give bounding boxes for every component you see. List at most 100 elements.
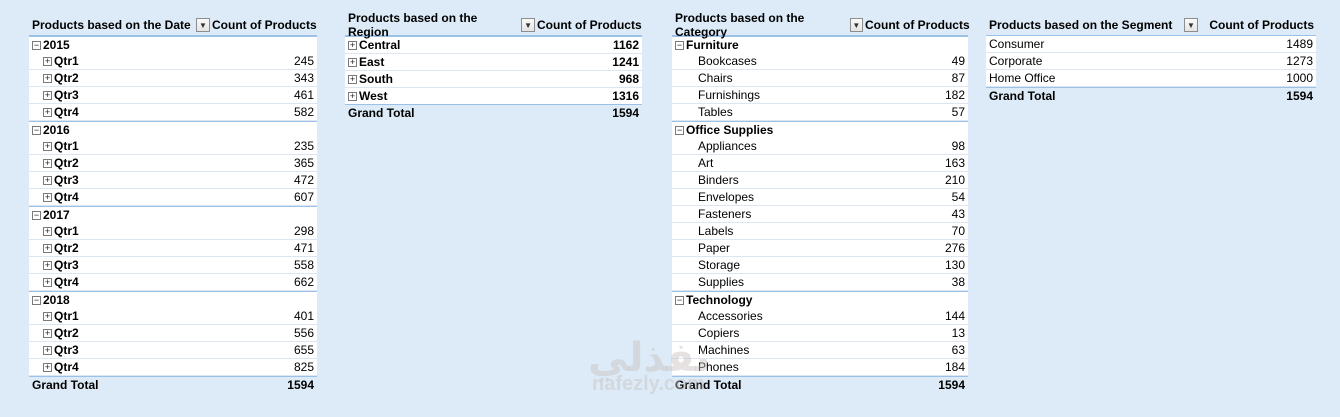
year-row[interactable]: −2016	[29, 121, 317, 138]
quarter-row[interactable]: + Qtr3 655	[29, 342, 317, 359]
quarter-row[interactable]: + Qtr1 401	[29, 308, 317, 325]
subcategory-row-label-cell: Machines	[672, 343, 865, 357]
expand-icon[interactable]: +	[43, 56, 52, 66]
expand-icon[interactable]: +	[43, 345, 52, 355]
quarter-row-label-cell: + Qtr4	[29, 275, 212, 289]
date-filter-dropdown-icon[interactable]: ▼	[196, 18, 210, 32]
expand-icon[interactable]: +	[43, 192, 52, 202]
expand-icon[interactable]: +	[43, 260, 52, 270]
subcategory-row-value: 38	[951, 275, 965, 289]
category-filter-dropdown-icon[interactable]: ▼	[849, 18, 863, 32]
date-pivot-header: Products based on the Date ▼ Count of Pr…	[29, 15, 317, 36]
quarter-row[interactable]: + Qtr4 582	[29, 104, 317, 121]
expand-icon[interactable]: +	[43, 226, 52, 236]
expand-icon[interactable]: +	[348, 74, 357, 84]
expand-icon[interactable]: +	[43, 311, 52, 321]
quarter-row[interactable]: + Qtr4 607	[29, 189, 317, 206]
quarter-row-label: Qtr2	[54, 71, 79, 85]
quarter-row-value: 245	[293, 54, 314, 68]
region-value-header: Count of Products	[537, 18, 642, 32]
region-row[interactable]: + Central 1162	[345, 36, 642, 53]
subcategory-row-value: 210	[944, 173, 965, 187]
subcategory-row-label: Phones	[698, 360, 739, 374]
quarter-row-value: 662	[293, 275, 314, 289]
expand-icon[interactable]: +	[43, 90, 52, 100]
quarter-row[interactable]: + Qtr4 662	[29, 274, 317, 291]
expand-icon[interactable]: +	[43, 158, 52, 168]
quarter-row-label: Qtr4	[54, 360, 79, 374]
expand-icon[interactable]: +	[43, 141, 52, 151]
quarter-row[interactable]: + Qtr1 235	[29, 138, 317, 155]
expand-icon[interactable]: +	[43, 277, 52, 287]
subcategory-row-label-cell: Appliances	[672, 139, 865, 153]
expand-icon[interactable]: +	[43, 328, 52, 338]
subcategory-row: Bookcases 49	[672, 53, 968, 70]
region-row-label: Central	[359, 38, 401, 52]
category-group-row[interactable]: − Technology	[672, 291, 968, 308]
region-pivot-table: Products based on the Region ▼ Count of …	[345, 11, 642, 121]
subcategory-row: Appliances 98	[672, 138, 968, 155]
subcategory-row-label-cell: Binders	[672, 173, 865, 187]
year-row-label: 2016	[43, 123, 70, 137]
category-pivot-table: Products based on the Category ▼ Count o…	[672, 11, 970, 393]
subcategory-row-label-cell: Paper	[672, 241, 865, 255]
quarter-row[interactable]: + Qtr1 245	[29, 53, 317, 70]
category-group-row[interactable]: − Furniture	[672, 36, 968, 53]
quarter-row[interactable]: + Qtr2 556	[29, 325, 317, 342]
collapse-icon[interactable]: −	[675, 125, 684, 135]
region-row[interactable]: + East 1241	[345, 53, 642, 70]
subcategory-row-value: 49	[951, 54, 965, 68]
segment-filter-dropdown-icon[interactable]: ▼	[1184, 18, 1198, 32]
subcategory-row-label: Fasteners	[698, 207, 752, 221]
subcategory-row-label: Supplies	[698, 275, 745, 289]
region-row[interactable]: + South 968	[345, 70, 642, 87]
expand-icon[interactable]: +	[43, 243, 52, 253]
quarter-row-label: Qtr4	[54, 105, 79, 119]
quarter-row[interactable]: + Qtr4 825	[29, 359, 317, 376]
subcategory-row-label: Envelopes	[698, 190, 755, 204]
quarter-row-label: Qtr2	[54, 241, 79, 255]
expand-icon[interactable]: +	[348, 91, 357, 101]
collapse-icon[interactable]: −	[32, 210, 41, 220]
subcategory-row-value: 13	[951, 326, 965, 340]
expand-icon[interactable]: +	[43, 175, 52, 185]
subcategory-row-label-cell: Supplies	[672, 275, 865, 289]
region-row-label-cell: + West	[345, 89, 537, 103]
collapse-icon[interactable]: −	[675, 40, 684, 50]
quarter-row-label: Qtr3	[54, 343, 79, 357]
quarter-row[interactable]: + Qtr3 558	[29, 257, 317, 274]
quarter-row[interactable]: + Qtr1 298	[29, 223, 317, 240]
region-row[interactable]: + West 1316	[345, 87, 642, 104]
collapse-icon[interactable]: −	[32, 125, 41, 135]
subcategory-row-label-cell: Tables	[672, 105, 865, 119]
subcategory-row-label: Chairs	[698, 71, 733, 85]
expand-icon[interactable]: +	[43, 107, 52, 117]
collapse-icon[interactable]: −	[675, 295, 684, 305]
category-pivot-body: − Furniture Bookcases 49 Chairs 87 Furnishings…	[672, 36, 968, 393]
quarter-row-value: 556	[293, 326, 314, 340]
quarter-row[interactable]: + Qtr2 471	[29, 240, 317, 257]
segment-row-label-cell: Consumer	[986, 37, 1200, 51]
category-grand-total-row: Grand Total 1594	[672, 376, 968, 393]
year-row[interactable]: −2015	[29, 36, 317, 53]
quarter-row[interactable]: + Qtr3 461	[29, 87, 317, 104]
region-filter-dropdown-icon[interactable]: ▼	[521, 18, 535, 32]
subcategory-row-value: 54	[951, 190, 965, 204]
quarter-row[interactable]: + Qtr3 472	[29, 172, 317, 189]
subcategory-row: Supplies 38	[672, 274, 968, 291]
region-row-header: Products based on the Region	[348, 11, 478, 39]
quarter-row[interactable]: + Qtr2 365	[29, 155, 317, 172]
expand-icon[interactable]: +	[43, 362, 52, 372]
category-group-row[interactable]: − Office Supplies	[672, 121, 968, 138]
collapse-icon[interactable]: −	[32, 40, 41, 50]
year-row[interactable]: −2018	[29, 291, 317, 308]
year-row-label-cell: −2017	[29, 208, 212, 222]
quarter-row[interactable]: + Qtr2 343	[29, 70, 317, 87]
year-row[interactable]: −2017	[29, 206, 317, 223]
expand-icon[interactable]: +	[348, 40, 357, 50]
expand-icon[interactable]: +	[348, 57, 357, 67]
subcategory-row-value: 144	[944, 309, 965, 323]
expand-icon[interactable]: +	[43, 73, 52, 83]
collapse-icon[interactable]: −	[32, 295, 41, 305]
segment-row-label-cell: Home Office	[986, 71, 1200, 85]
